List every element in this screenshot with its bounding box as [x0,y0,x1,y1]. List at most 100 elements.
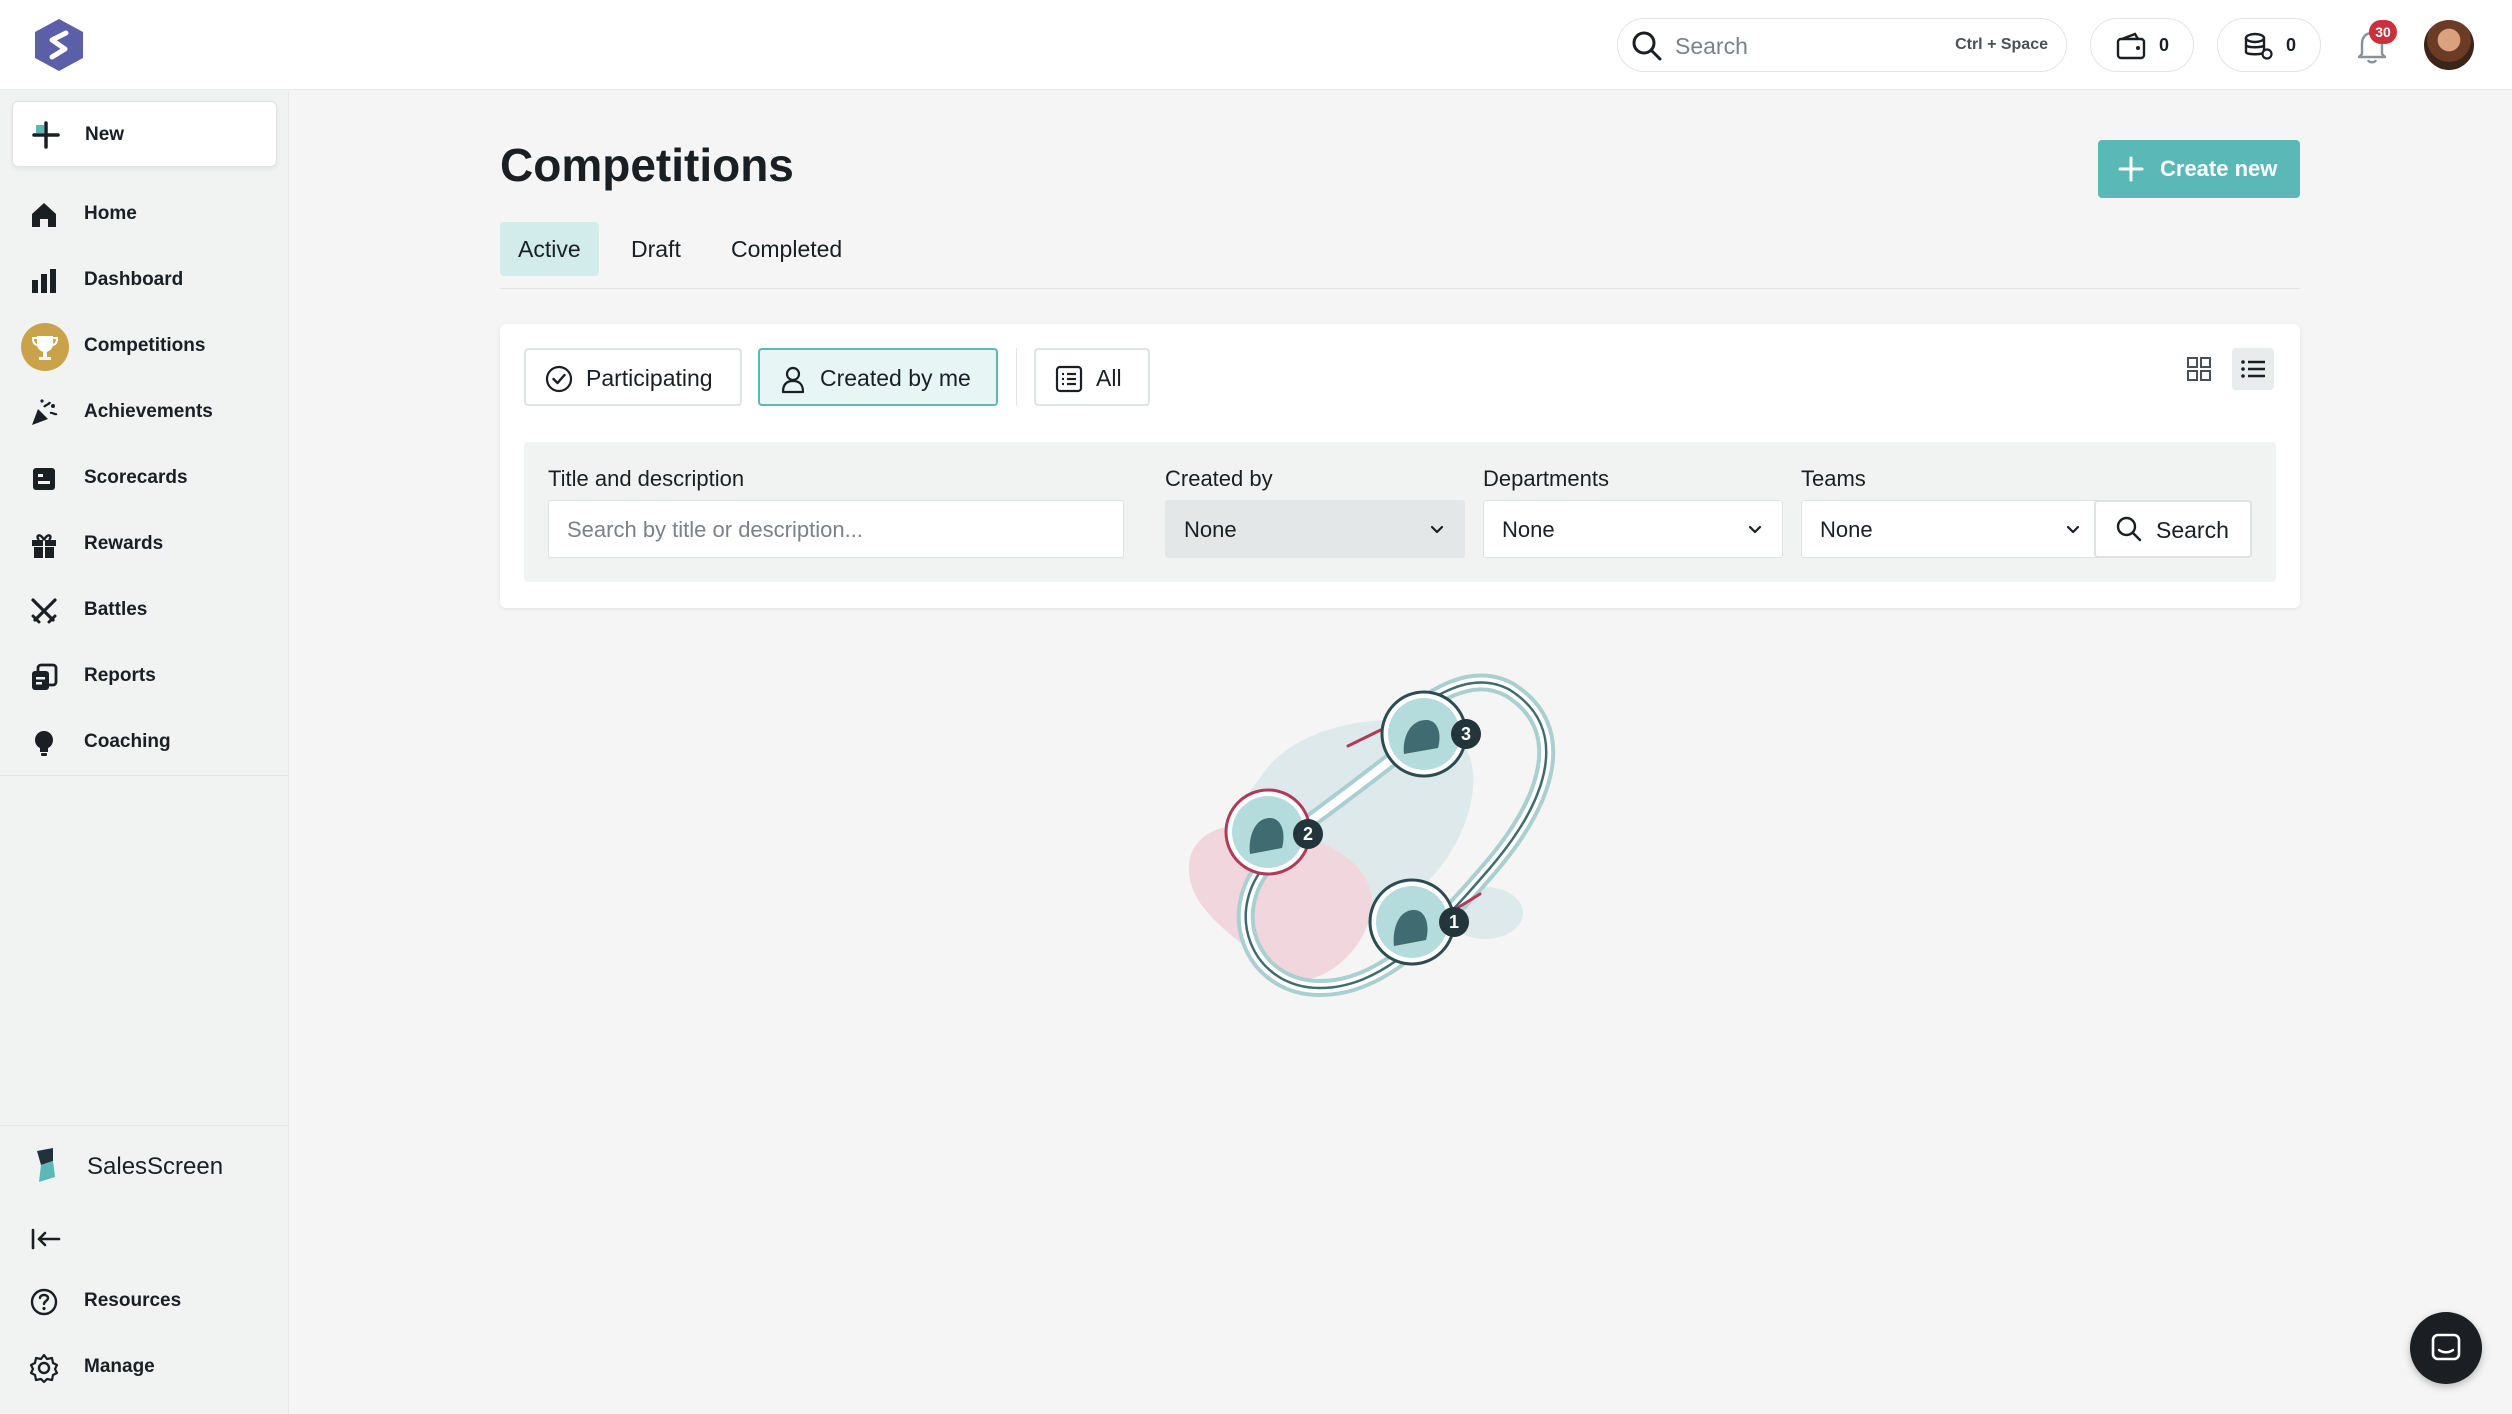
departments-label: Departments [1483,466,1609,491]
sidebar-item-coaching[interactable]: Coaching [0,714,288,770]
filter-card: Participating Created by me All Title an… [500,324,2300,608]
coins-balance-button[interactable]: 0 [2217,18,2321,72]
rank-1-label: 1 [1449,912,1459,932]
title-description-input[interactable]: Search by title or description... [548,500,1124,558]
create-new-label: Create new [2160,156,2278,181]
created-by-value: None [1184,517,1237,542]
chat-icon [2431,1333,2461,1361]
global-search-input[interactable]: Search Ctrl + Space [1617,18,2067,72]
sidebar-item-label: Home [84,203,137,224]
party-popper-icon [32,399,58,425]
coins-icon [2244,32,2273,60]
sidebar-item-resources[interactable]: Resources [0,1273,288,1329]
home-icon [32,203,56,227]
brand-row: SalesScreen [0,1139,288,1195]
chevron-down-icon [1748,525,1762,534]
chevron-down-icon [2066,525,2080,534]
user-avatar[interactable] [2424,20,2474,70]
teams-value: None [1820,517,1873,542]
grid-view-toggle[interactable] [2178,348,2220,390]
wallet-icon [2116,32,2146,60]
gift-icon [32,534,56,558]
sidebar-item-rewards[interactable]: Rewards [0,516,288,572]
bar-chart-icon [32,269,56,293]
gear-icon [29,1353,59,1384]
plus-icon [2118,156,2144,182]
tab-draft[interactable]: Draft [613,222,699,276]
wallet-balance-button[interactable]: 0 [2090,18,2194,72]
sidebar-item-label: Rewards [84,533,164,554]
sidebar-item-dashboard[interactable]: Dashboard [0,252,288,308]
sidebar-item-achievements[interactable]: Achievements [0,384,288,440]
sidebar-item-home[interactable]: Home [0,186,288,242]
empty-state-illustration: 3 2 1 [1188,673,1556,998]
created-by-me-filter-button[interactable]: Created by me [758,348,998,406]
sidebar-divider [0,1125,288,1126]
search-filters-panel: Title and description Search by title or… [524,442,2276,582]
sidebar-item-label: Reports [84,665,156,686]
lightbulb-icon [35,731,53,756]
sidebar-item-label: Manage [84,1356,155,1377]
sidebar-item-reports[interactable]: Reports [0,648,288,704]
new-button-label: New [85,124,125,145]
sidebar-item-scorecards[interactable]: Scorecards [0,450,288,506]
sidebar-item-label: Achievements [84,401,213,422]
new-button[interactable]: New [12,101,277,167]
participating-label: Participating [586,365,713,391]
sidebar-divider [0,775,288,776]
departments-select[interactable]: None [1483,500,1783,558]
search-icon [1632,31,1662,61]
help-circle-icon [30,1288,58,1316]
tabs-divider [500,288,2300,289]
reports-icon [32,663,58,690]
check-circle-icon [545,365,573,393]
rank-2-label: 2 [1303,824,1313,844]
user-icon [781,366,805,394]
wallet-count: 0 [2159,35,2170,55]
page-title: Competitions [500,139,794,191]
collapse-sidebar-icon[interactable] [29,1222,63,1256]
created-by-me-label: Created by me [820,365,971,391]
list-box-icon [1055,365,1083,393]
all-label: All [1096,365,1122,391]
participating-filter-button[interactable]: Participating [524,348,742,406]
search-placeholder: Search [1675,33,1748,59]
list-icon [2241,360,2265,378]
tab-completed[interactable]: Completed [713,222,860,276]
sidebar-item-label: Resources [84,1290,182,1311]
search-shortcut-hint: Ctrl + Space [1955,36,2048,53]
scorecard-icon [33,468,55,490]
notification-badge: 30 [2369,20,2397,44]
chat-launcher-button[interactable] [2410,1312,2482,1384]
teams-label: Teams [1801,466,1866,491]
sidebar-item-label: Coaching [84,731,171,752]
rank-1-avatar: 1 [1368,878,1469,966]
title-description-label: Title and description [548,466,745,491]
sidebar-item-label: Scorecards [84,467,188,488]
create-new-button[interactable]: Create new [2098,140,2300,198]
coins-count: 0 [2286,35,2297,55]
created-by-select[interactable]: None [1165,500,1465,558]
tab-active[interactable]: Active [500,222,599,276]
sidebar-item-manage[interactable]: Manage [0,1339,288,1395]
departments-value: None [1502,517,1555,542]
crossed-swords-icon [31,598,57,624]
plus-icon [32,121,60,149]
chevron-down-icon [1430,525,1444,534]
search-icon [2116,516,2142,542]
top-bar: Search Ctrl + Space 0 0 30 [0,0,2512,90]
salesscreen-logo-icon [37,1148,55,1182]
sidebar-item-label: Competitions [84,335,206,356]
app-logo-icon[interactable] [33,18,85,72]
trophy-icon [21,323,69,371]
grid-icon [2187,357,2211,381]
list-view-toggle[interactable] [2232,348,2274,390]
search-button[interactable]: Search [2094,500,2252,558]
sidebar-item-label: Battles [84,599,148,620]
all-filter-button[interactable]: All [1034,348,1150,406]
sidebar-item-competitions[interactable]: Competitions [0,318,288,374]
brand-name: SalesScreen [87,1153,224,1180]
sidebar-item-label: Dashboard [84,269,184,290]
teams-select[interactable]: None [1801,500,2101,558]
sidebar-item-battles[interactable]: Battles [0,582,288,638]
